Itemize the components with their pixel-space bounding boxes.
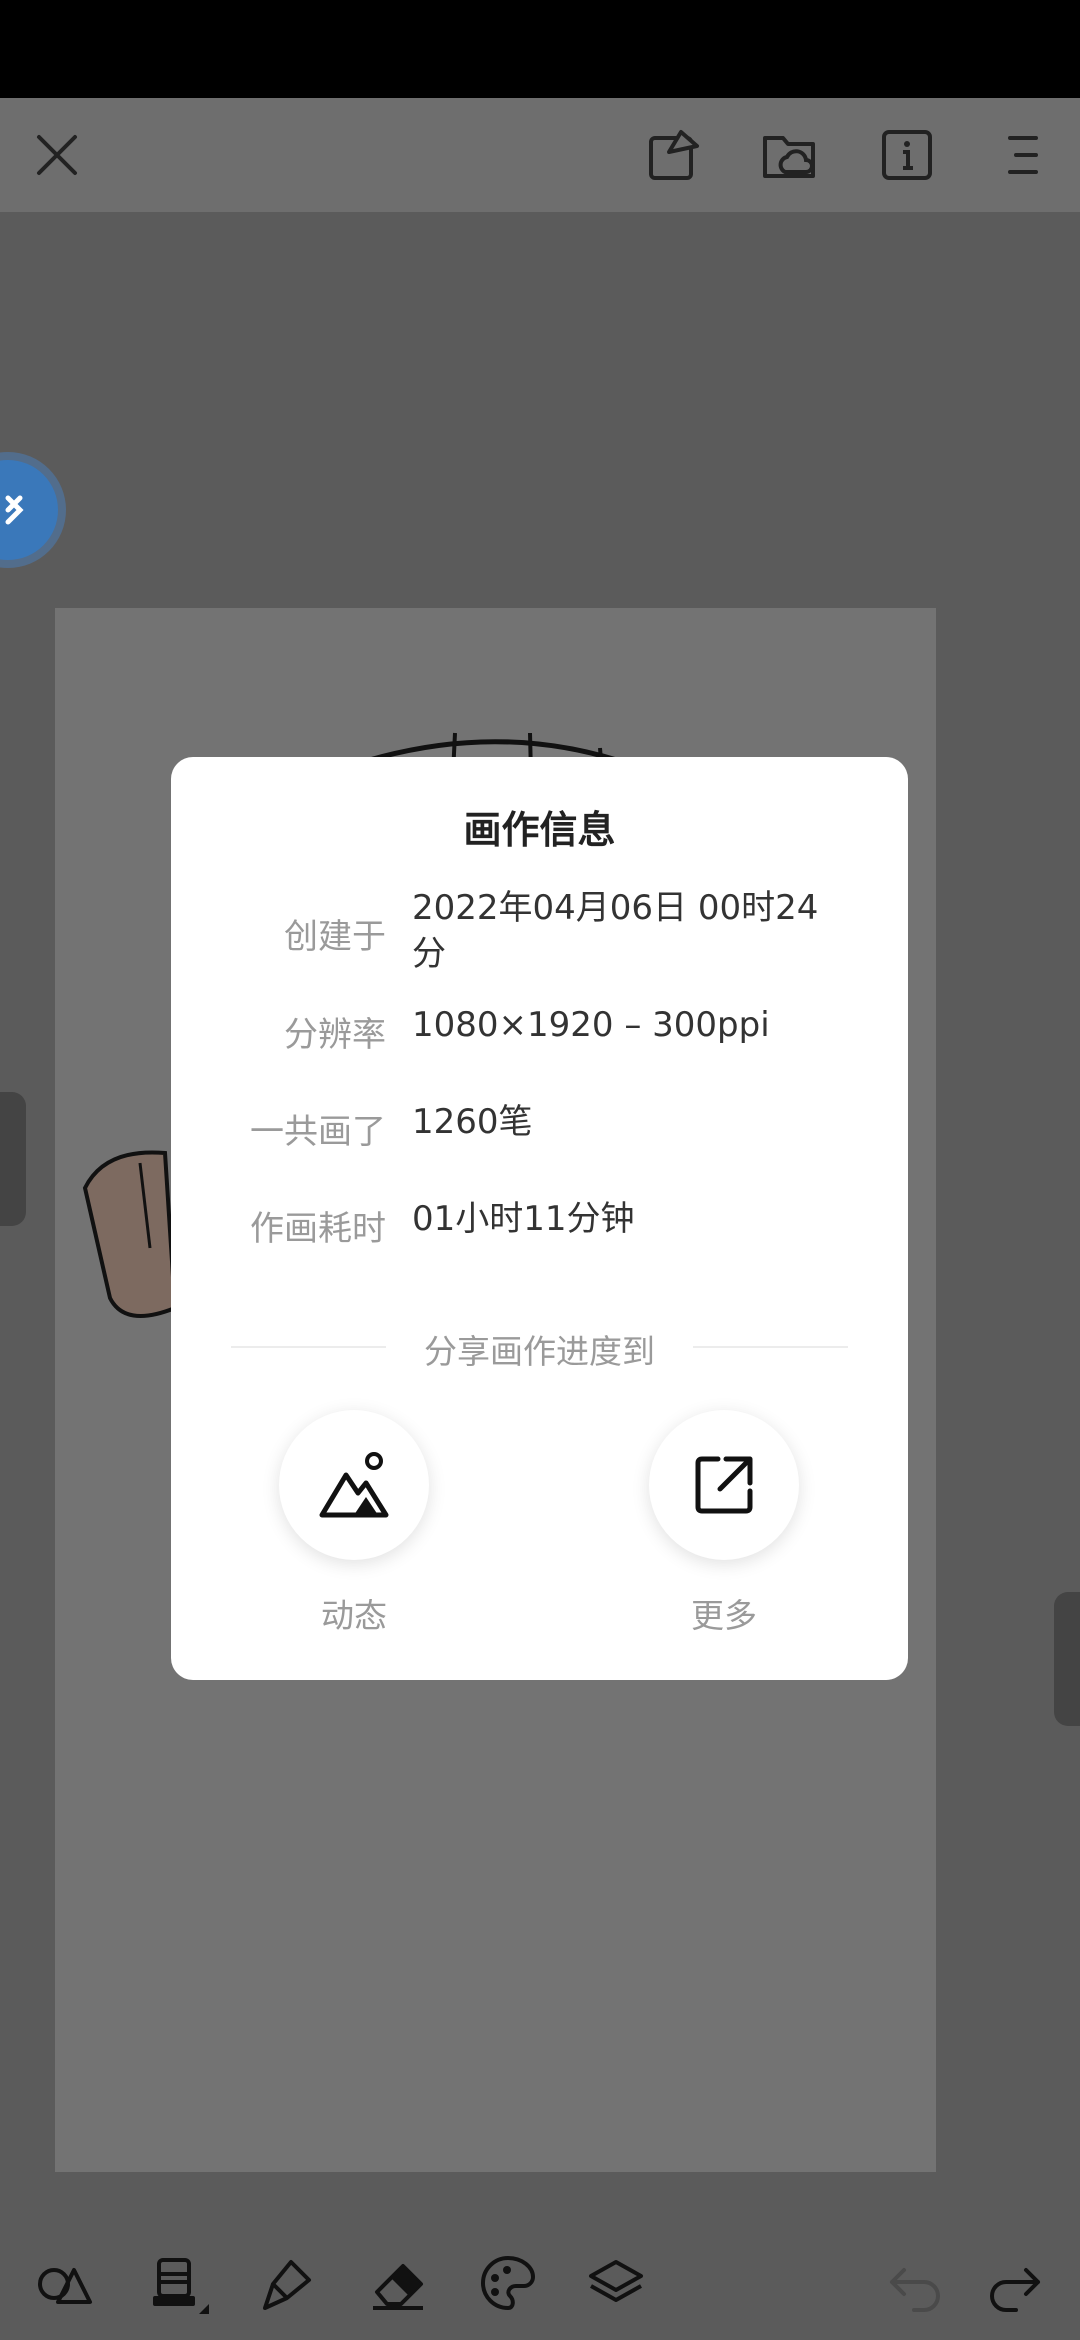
resolution-label: 分辨率 [284,1015,386,1055]
share-more-button[interactable] [649,1410,799,1560]
palette-icon[interactable] [473,2248,543,2318]
close-icon[interactable] [22,120,92,190]
strokes-label: 一共画了 [250,1112,386,1152]
created-value: 2022年04月06日 00时24分 [412,888,819,974]
duration-label: 作画耗时 [250,1209,386,1249]
redo-icon[interactable] [980,2248,1050,2318]
cloud-folder-icon[interactable] [755,120,825,190]
menu-icon[interactable] [988,120,1058,190]
artwork-info-dialog: 画作信息 创建于 2022年04月06日 00时24分 分辨率 1080×192… [171,757,908,1680]
resolution-value: 1080×1920 – 300ppi [412,1005,770,1045]
layers-icon[interactable] [581,2248,651,2318]
dialog-title: 画作信息 [463,808,616,852]
status-bar [0,0,1080,98]
top-toolbar [0,98,1080,212]
bottom-toolbar [0,2226,1080,2340]
eraser-icon[interactable] [363,2248,433,2318]
mountain-image-icon [319,1452,389,1518]
collapse-button[interactable] [0,460,58,560]
share-section-label: 分享画作进度到 [424,1332,655,1371]
created-label: 创建于 [284,917,386,957]
duration-value: 01小时11分钟 [412,1199,635,1239]
share-moments-button[interactable] [279,1410,429,1560]
undo-icon[interactable] [880,2248,950,2318]
right-slider-handle[interactable] [1054,1592,1080,1726]
shapes-tool-icon[interactable] [30,2248,100,2318]
external-link-icon [695,1456,753,1514]
shapes-icon[interactable] [639,120,709,190]
left-slider-handle[interactable] [0,1092,26,1226]
share-moments-label: 动态 [321,1596,387,1635]
info-icon[interactable] [872,120,942,190]
pen-icon[interactable] [253,2248,323,2318]
strokes-value: 1260笔 [412,1102,533,1142]
brush-stamp-icon[interactable] [143,2248,213,2318]
share-more-label: 更多 [691,1596,757,1635]
